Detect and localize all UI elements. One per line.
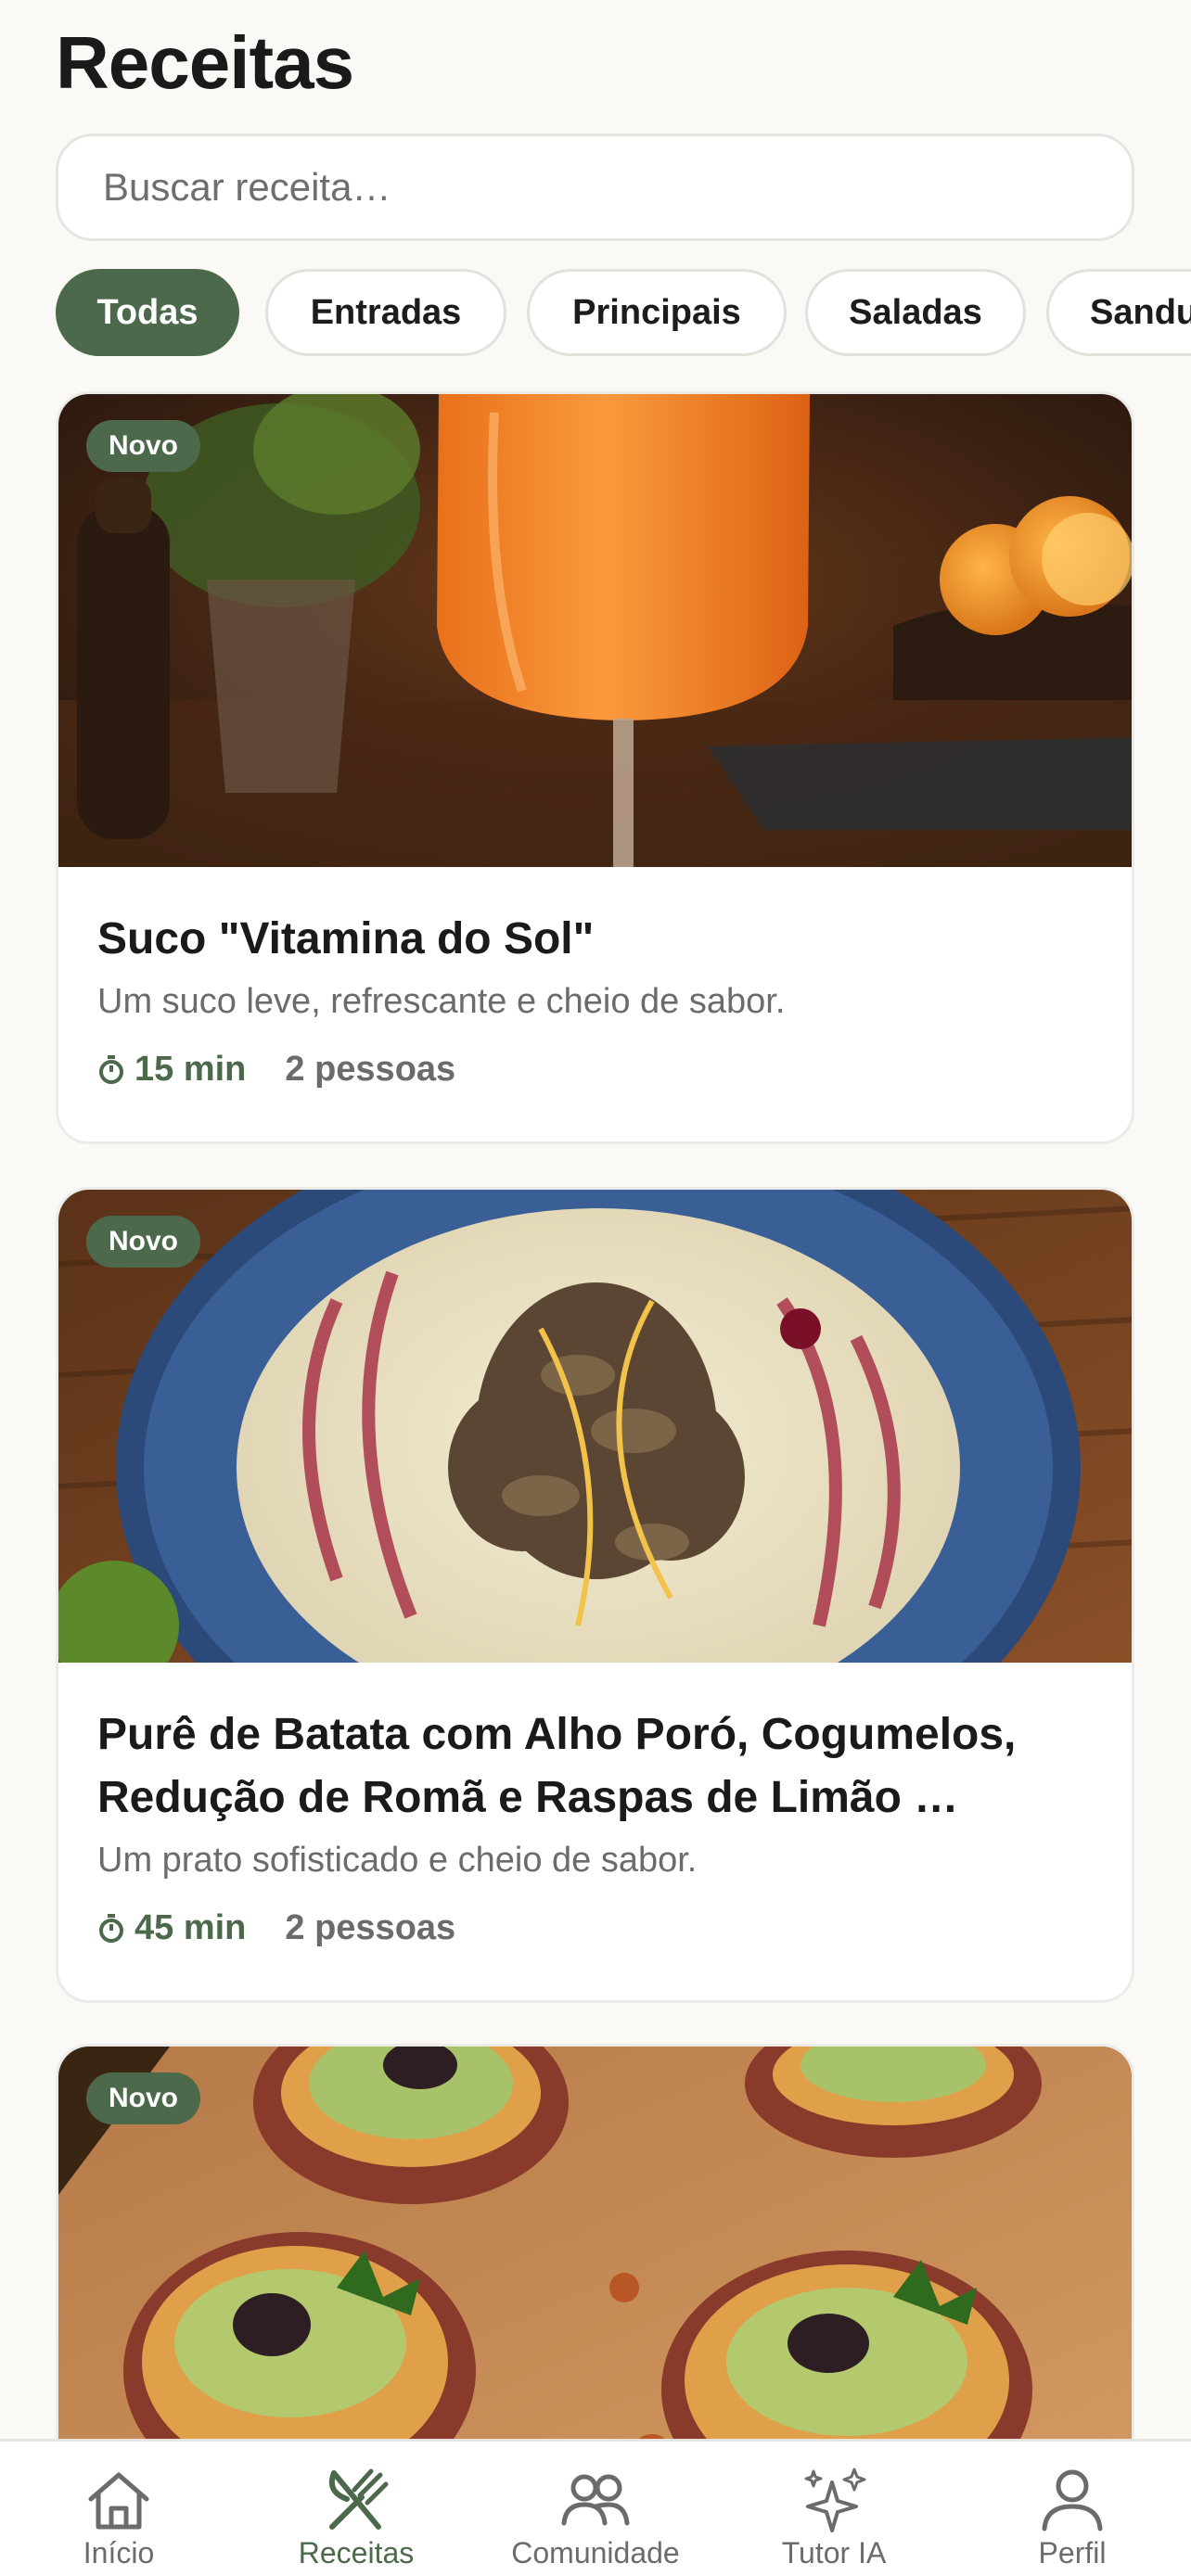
servings: 2 pessoas (285, 1050, 456, 1089)
home-icon (88, 2472, 149, 2530)
tab-perfil[interactable]: Perfil (954, 2442, 1191, 2576)
utensils-icon (328, 2468, 389, 2530)
filter-chip-todas[interactable]: Todas (56, 269, 239, 356)
prep-time: 15 min (97, 1050, 246, 1090)
recipe-meta: 45 min 2 pessoas (97, 1908, 1093, 1948)
category-filters: Todas Entradas Principais Saladas Sanduí… (56, 269, 1191, 356)
recipe-title: Suco "Vitamina do Sol" (97, 914, 595, 963)
page-title: Receitas (56, 21, 354, 104)
tab-tutor-ia[interactable]: Tutor IA (715, 2442, 953, 2576)
new-badge: Novo (86, 2072, 200, 2124)
tab-label: Início (83, 2536, 155, 2570)
tab-comunidade[interactable]: Comunidade (477, 2442, 714, 2576)
bottom-tab-bar: Início Receitas Comunidade Tutor IA Perf… (0, 2439, 1191, 2576)
recipe-description: Um suco leve, refrescante e cheio de sab… (97, 982, 786, 1021)
people-icon (561, 2474, 630, 2526)
search-input[interactable] (58, 136, 1132, 238)
timer-icon (99, 1054, 123, 1084)
recipe-meta: 15 min 2 pessoas (97, 1050, 1093, 1090)
new-badge: Novo (86, 1216, 200, 1268)
filter-chip-principais[interactable]: Principais (527, 269, 787, 356)
filter-chip-sanduiches[interactable]: Sanduíches (1046, 269, 1191, 356)
tab-label: Comunidade (511, 2536, 680, 2570)
tab-label: Receitas (298, 2536, 415, 2570)
filter-chip-saladas[interactable]: Saladas (805, 269, 1026, 356)
tab-receitas[interactable]: Receitas (237, 2442, 475, 2576)
tab-inicio[interactable]: Início (0, 2442, 237, 2576)
servings: 2 pessoas (285, 1908, 456, 1947)
recipe-image: Novo (58, 1190, 1132, 1663)
tab-label: Tutor IA (781, 2536, 887, 2570)
prep-time-value: 45 min (134, 1908, 247, 1947)
recipe-description: Um prato sofisticado e cheio de sabor. (97, 1841, 698, 1880)
new-badge: Novo (86, 420, 200, 472)
prep-time: 45 min (97, 1908, 246, 1948)
recipe-card[interactable]: Novo Suco "Vitamina do Sol" Um suco leve… (56, 391, 1134, 1144)
prep-time-value: 15 min (134, 1050, 247, 1089)
sparkles-icon (804, 2468, 866, 2532)
filter-chip-entradas[interactable]: Entradas (265, 269, 506, 356)
recipe-title: Purê de Batata com Alho Poró, Cogumelos,… (97, 1710, 1017, 1822)
tab-label: Perfil (1038, 2536, 1107, 2570)
timer-icon (99, 1913, 123, 1943)
search-field[interactable] (56, 134, 1134, 241)
recipe-card[interactable]: Novo Purê de Batata com Alho Poró, Cogum… (56, 1187, 1134, 2003)
user-icon (1042, 2469, 1103, 2531)
recipe-image: Novo (58, 394, 1132, 867)
